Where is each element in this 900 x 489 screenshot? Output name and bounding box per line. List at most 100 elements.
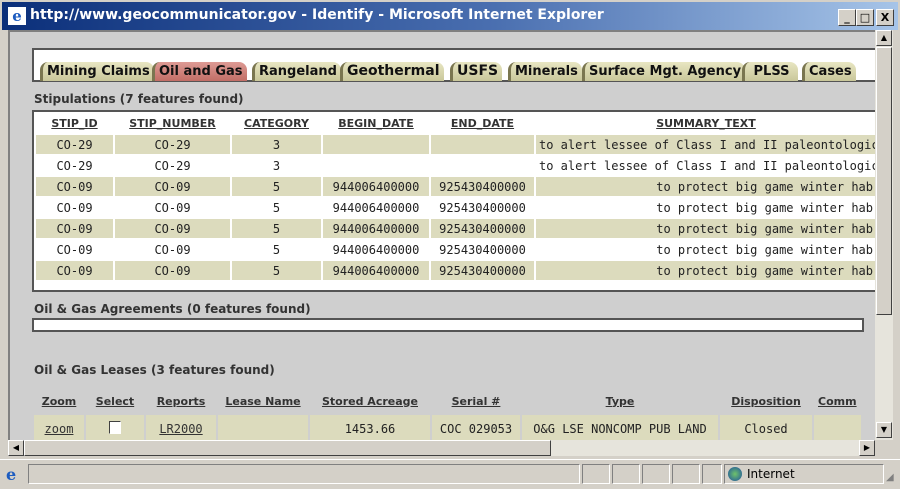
header-serial[interactable]: Serial # (432, 389, 520, 413)
begin-date-cell: 944006400000 (323, 219, 429, 238)
vertical-scroll-thumb[interactable] (876, 47, 892, 315)
category-cell: 5 (232, 177, 321, 196)
scroll-right-icon[interactable]: ▶ (859, 440, 875, 456)
header-stip-id[interactable]: STIP_ID (36, 114, 113, 133)
table-row: CO-09 CO-09 5 944006400000 925430400000 to pr… (36, 240, 875, 259)
zone-label: Internet (747, 467, 795, 481)
header-comm[interactable]: Comm (814, 389, 861, 413)
summary-text-cell: to protect big game winter hab (536, 261, 875, 280)
header-disposition[interactable]: Disposition (720, 389, 812, 413)
stip-number-cell: CO-09 (115, 219, 230, 238)
tab-usfs[interactable]: USFS (450, 62, 503, 81)
horizontal-scroll-thumb[interactable] (24, 440, 551, 456)
vertical-scrollbar[interactable]: ▲ ▼ (875, 30, 893, 440)
summary-text-cell: to alert lessee of Class I and II paleon… (539, 158, 875, 173)
end-date-cell: 925430400000 (439, 242, 526, 257)
table-row: zoom LR2000 1453.66 COC 029053 O&G LSE N… (34, 415, 861, 440)
close-button[interactable]: X (876, 9, 894, 26)
minimize-button[interactable]: _ (838, 9, 856, 26)
status-pane (642, 464, 670, 484)
stip-id-cell: CO-29 (56, 158, 93, 173)
agreements-label: Oil & Gas Agreements (0 features found) (34, 302, 311, 316)
table-header-row: Zoom Select Reports Lease Name Stored Ac… (34, 389, 861, 413)
header-stored-acreage[interactable]: Stored Acreage (310, 389, 430, 413)
lease-name-cell (218, 415, 308, 440)
tab-oil-and-gas[interactable]: Oil and Gas (152, 62, 247, 81)
stip-id-cell: CO-29 (36, 135, 113, 154)
end-date-cell: 925430400000 (431, 261, 534, 280)
type-cell: O&G LSE NONCOMP PUB LAND (522, 415, 718, 440)
begin-date-cell: 944006400000 (332, 200, 420, 215)
table-row: CO-29 CO-29 3 to alert lessee of Class I an… (36, 156, 875, 175)
leases-label: Oil & Gas Leases (3 features found) (34, 363, 275, 377)
tab-rangeland[interactable]: Rangeland (252, 62, 341, 81)
header-begin-date[interactable]: BEGIN_DATE (323, 114, 429, 133)
begin-date-cell (323, 156, 429, 175)
header-category[interactable]: CATEGORY (232, 114, 321, 133)
stip-id-cell: CO-09 (36, 261, 113, 280)
category-cell: 5 (272, 242, 281, 257)
window-title: http://www.geocommunicator.gov - Identif… (30, 7, 604, 23)
end-date-cell (431, 156, 534, 175)
category-cell: 5 (232, 261, 321, 280)
category-cell: 3 (272, 158, 281, 173)
begin-date-cell: 944006400000 (323, 177, 429, 196)
status-pane (582, 464, 610, 484)
table-row: CO-09 CO-09 5 944006400000 925430400000 to pr… (36, 177, 875, 196)
end-date-cell: 925430400000 (431, 219, 534, 238)
stip-id-cell: CO-09 (56, 200, 93, 215)
scroll-left-icon[interactable]: ◀ (8, 440, 24, 456)
stip-id-cell: CO-09 (36, 219, 113, 238)
stip-number-cell: CO-09 (154, 200, 191, 215)
header-lease-name[interactable]: Lease Name (218, 389, 308, 413)
header-type[interactable]: Type (522, 389, 718, 413)
scroll-up-icon[interactable]: ▲ (876, 30, 892, 46)
scroll-down-icon[interactable]: ▼ (876, 422, 892, 438)
resize-grip-icon[interactable]: ◢ (886, 472, 894, 483)
stip-number-cell: CO-29 (115, 135, 230, 154)
header-stip-number[interactable]: STIP_NUMBER (115, 114, 230, 133)
table-row: CO-09 CO-09 5 944006400000 925430400000 to pr… (36, 198, 875, 217)
tab-surface-mgt-agency[interactable]: Surface Mgt. Agency (582, 62, 746, 81)
header-zoom[interactable]: Zoom (34, 389, 84, 413)
tab-mining-claims[interactable]: Mining Claims (40, 62, 154, 81)
status-pane (612, 464, 640, 484)
tab-bar: Mining Claims Oil and Gas Rangeland Geot… (32, 48, 875, 82)
summary-text-cell: to alert lessee of Class I and II paleon… (536, 135, 875, 154)
stip-id-cell: CO-09 (36, 177, 113, 196)
zoom-link[interactable]: zoom (45, 422, 74, 436)
tab-plss[interactable]: PLSS (742, 62, 798, 81)
end-date-cell (431, 135, 534, 154)
summary-text-cell: to protect big game winter hab (656, 242, 873, 257)
tab-cases[interactable]: Cases (802, 62, 856, 81)
stip-number-cell: CO-09 (154, 242, 191, 257)
stip-number-cell: CO-29 (154, 158, 191, 173)
comm-cell (814, 415, 861, 440)
stipulations-table: STIP_ID STIP_NUMBER CATEGORY BEGIN_DATE … (34, 112, 875, 282)
disposition-cell: Closed (720, 415, 812, 440)
summary-text-cell: to protect big game winter hab (536, 177, 875, 196)
tab-minerals[interactable]: Minerals (508, 62, 582, 81)
horizontal-scrollbar[interactable]: ◀ ▶ (8, 440, 875, 456)
maximize-button[interactable]: □ (856, 9, 874, 26)
end-date-cell: 925430400000 (431, 177, 534, 196)
status-text-pane (28, 464, 580, 484)
status-pane (672, 464, 700, 484)
header-end-date[interactable]: END_DATE (431, 114, 534, 133)
zone-pane: Internet (724, 464, 884, 484)
header-summary-text[interactable]: SUMMARY_TEXT (536, 114, 875, 133)
stipulations-table-box: STIP_ID STIP_NUMBER CATEGORY BEGIN_DATE … (32, 110, 875, 292)
globe-icon (728, 467, 742, 481)
status-bar: e Internet ◢ (0, 459, 900, 489)
tab-geothermal[interactable]: Geothermal (340, 62, 444, 81)
category-cell: 5 (272, 200, 281, 215)
table-row: CO-29 CO-29 3 to alert lessee of Class I an… (36, 135, 875, 154)
agreements-table-box (32, 318, 864, 332)
lr2000-report-link[interactable]: LR2000 (159, 422, 202, 436)
status-pane (702, 464, 722, 484)
header-reports[interactable]: Reports (146, 389, 216, 413)
summary-text-cell: to protect big game winter hab (536, 219, 875, 238)
select-checkbox[interactable] (109, 420, 121, 434)
header-select[interactable]: Select (86, 389, 144, 413)
category-cell: 5 (232, 219, 321, 238)
